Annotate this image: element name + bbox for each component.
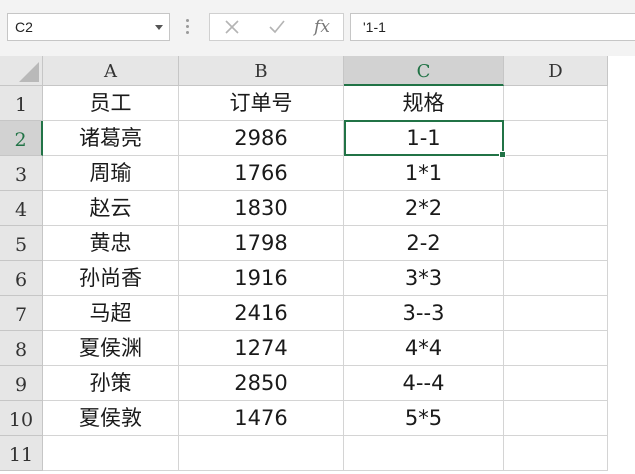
worksheet-grid: A B C D 1 员工 订单号 规格 2 诸葛亮 2986 1-1 3 周瑜 1766 1*1 4 赵云 1830…: [0, 56, 635, 471]
cell-a10[interactable]: 夏侯敦: [43, 401, 179, 436]
row-header-6[interactable]: 6: [0, 261, 43, 296]
enter-button[interactable]: [257, 14, 297, 40]
cell-b8[interactable]: 1274: [179, 331, 344, 366]
cell-c10[interactable]: 5*5: [344, 401, 504, 436]
cell-c11[interactable]: [344, 436, 504, 471]
cell-d5[interactable]: [504, 226, 608, 261]
close-icon: [225, 20, 239, 34]
cell-a8[interactable]: 夏侯渊: [43, 331, 179, 366]
row-header-3[interactable]: 3: [0, 156, 43, 191]
cell-b2[interactable]: 2986: [179, 121, 344, 156]
row-header-2[interactable]: 2: [0, 121, 43, 156]
select-all-button[interactable]: [0, 56, 43, 86]
cell-a5[interactable]: 黄忠: [43, 226, 179, 261]
cell-c9[interactable]: 4--4: [344, 366, 504, 401]
cell-a11[interactable]: [43, 436, 179, 471]
cell-c3[interactable]: 1*1: [344, 156, 504, 191]
cell-a1[interactable]: 员工: [43, 86, 179, 121]
name-box[interactable]: C2: [7, 13, 170, 41]
cell-a2[interactable]: 诸葛亮: [43, 121, 179, 156]
cell-c4[interactable]: 2*2: [344, 191, 504, 226]
cell-d10[interactable]: [504, 401, 608, 436]
row-header-11[interactable]: 11: [0, 436, 43, 471]
formula-bar-area: C2 fx '1-1: [0, 0, 635, 56]
cell-d3[interactable]: [504, 156, 608, 191]
row-header-10[interactable]: 10: [0, 401, 43, 436]
column-header-a[interactable]: A: [43, 56, 179, 86]
cell-c7[interactable]: 3--3: [344, 296, 504, 331]
row-header-7[interactable]: 7: [0, 296, 43, 331]
cell-b9[interactable]: 2850: [179, 366, 344, 401]
row-header-4[interactable]: 4: [0, 191, 43, 226]
cell-c6[interactable]: 3*3: [344, 261, 504, 296]
row-header-1[interactable]: 1: [0, 86, 43, 121]
cell-d4[interactable]: [504, 191, 608, 226]
function-icon: fx: [314, 17, 330, 37]
cell-c2[interactable]: 1-1: [344, 121, 504, 156]
cancel-button[interactable]: [212, 14, 252, 40]
column-header-b[interactable]: B: [179, 56, 344, 86]
formula-buttons: fx: [209, 13, 344, 41]
cell-d2[interactable]: [504, 121, 608, 156]
cell-b3[interactable]: 1766: [179, 156, 344, 191]
check-icon: [269, 20, 285, 34]
name-box-value: C2: [15, 19, 33, 35]
formula-content: '1-1: [363, 19, 386, 35]
cell-a6[interactable]: 孙尚香: [43, 261, 179, 296]
cell-b4[interactable]: 1830: [179, 191, 344, 226]
select-all-triangle-icon: [19, 62, 39, 82]
cell-d6[interactable]: [504, 261, 608, 296]
cell-b10[interactable]: 1476: [179, 401, 344, 436]
cell-b5[interactable]: 1798: [179, 226, 344, 261]
cell-d1[interactable]: [504, 86, 608, 121]
cell-d11[interactable]: [504, 436, 608, 471]
column-header-d[interactable]: D: [504, 56, 608, 86]
cell-a3[interactable]: 周瑜: [43, 156, 179, 191]
cell-d8[interactable]: [504, 331, 608, 366]
cell-b11[interactable]: [179, 436, 344, 471]
column-header-c[interactable]: C: [344, 56, 504, 86]
cell-b7[interactable]: 2416: [179, 296, 344, 331]
insert-function-button[interactable]: fx: [302, 14, 342, 40]
cell-c5[interactable]: 2-2: [344, 226, 504, 261]
formula-input[interactable]: '1-1: [350, 13, 635, 41]
row-header-5[interactable]: 5: [0, 226, 43, 261]
cell-b6[interactable]: 1916: [179, 261, 344, 296]
chevron-down-icon[interactable]: [155, 25, 163, 30]
cell-d9[interactable]: [504, 366, 608, 401]
cell-a7[interactable]: 马超: [43, 296, 179, 331]
row-header-9[interactable]: 9: [0, 366, 43, 401]
cell-d7[interactable]: [504, 296, 608, 331]
cell-b1[interactable]: 订单号: [179, 86, 344, 121]
drag-handle-icon[interactable]: [186, 19, 189, 35]
cell-a4[interactable]: 赵云: [43, 191, 179, 226]
cell-c8[interactable]: 4*4: [344, 331, 504, 366]
row-header-8[interactable]: 8: [0, 331, 43, 366]
cell-a9[interactable]: 孙策: [43, 366, 179, 401]
cell-c1[interactable]: 规格: [344, 86, 504, 121]
